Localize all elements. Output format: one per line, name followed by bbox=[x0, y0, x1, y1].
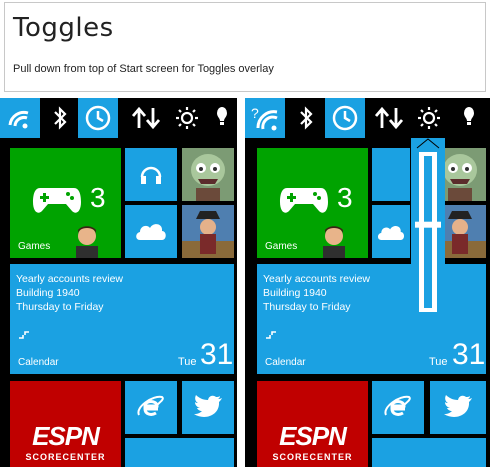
avatar bbox=[76, 226, 98, 258]
games-tile-label: Games bbox=[265, 241, 298, 252]
bluetooth-icon bbox=[300, 106, 313, 130]
bluetooth-toggle[interactable] bbox=[43, 98, 77, 138]
wifi-toggle[interactable] bbox=[0, 98, 40, 138]
brightness-toggle[interactable] bbox=[413, 98, 445, 138]
wifi-toggle[interactable]: ? bbox=[245, 98, 285, 138]
flashlight-icon bbox=[216, 107, 227, 125]
recurring-icon bbox=[266, 331, 276, 339]
instruction-text: Pull down from top of Start screen for T… bbox=[13, 63, 274, 75]
flashlight-toggle[interactable] bbox=[451, 98, 487, 138]
twitter-bird-icon bbox=[194, 395, 222, 417]
avatar bbox=[323, 226, 345, 258]
music-tile[interactable] bbox=[372, 148, 410, 201]
cloud-icon bbox=[377, 225, 405, 240]
headphones-icon bbox=[140, 166, 162, 184]
internet-explorer-icon bbox=[137, 395, 164, 416]
espn-logo: ESPN bbox=[32, 421, 100, 451]
internet-explorer-icon bbox=[384, 395, 411, 416]
calendar-tile-label: Calendar bbox=[265, 357, 306, 368]
game-art-tile[interactable] bbox=[182, 148, 234, 201]
toggles-bar: ? bbox=[245, 98, 490, 138]
rotation-lock-icon bbox=[332, 105, 358, 131]
internet-explorer-tile[interactable] bbox=[125, 381, 177, 434]
espn-tile[interactable]: ESPN SCORECENTER bbox=[257, 381, 368, 467]
games-tile-label: Games bbox=[18, 241, 51, 252]
onedrive-tile[interactable] bbox=[372, 205, 410, 258]
flashlight-toggle[interactable] bbox=[206, 98, 237, 138]
bottom-tile[interactable] bbox=[372, 438, 486, 467]
rotation-lock-toggle[interactable] bbox=[325, 98, 365, 138]
bluetooth-toggle[interactable] bbox=[289, 98, 323, 138]
brightness-slider[interactable] bbox=[411, 138, 445, 318]
brightness-icon bbox=[418, 107, 440, 129]
calendar-date: 31 bbox=[200, 338, 234, 371]
twitter-tile[interactable] bbox=[182, 381, 234, 434]
games-count: 3 bbox=[337, 182, 353, 213]
brightness-toggle[interactable] bbox=[170, 98, 204, 138]
bottom-tile[interactable] bbox=[125, 438, 234, 467]
flashlight-icon bbox=[464, 107, 474, 125]
recurring-icon bbox=[19, 331, 29, 339]
xbox-controller-icon bbox=[280, 188, 328, 213]
calendar-weekday: Tue bbox=[178, 356, 197, 368]
phone-screen-right: ? 3 Games Yearly accounts review Buildin… bbox=[245, 98, 490, 467]
pirate-game-tile[interactable] bbox=[182, 205, 234, 258]
cellular-data-icon bbox=[131, 106, 161, 130]
cellular-data-toggle[interactable] bbox=[124, 98, 168, 138]
calendar-date: 31 bbox=[452, 338, 486, 371]
bluetooth-icon bbox=[54, 106, 67, 130]
calendar-event-location: Building 1940 bbox=[263, 287, 327, 299]
toggles-bar bbox=[0, 98, 237, 138]
page-title: Toggles bbox=[13, 13, 114, 43]
calendar-event: Yearly accounts review Building 1940 Thu… bbox=[263, 272, 370, 314]
internet-explorer-tile[interactable] bbox=[372, 381, 424, 434]
cellular-data-icon bbox=[374, 106, 404, 130]
onedrive-tile[interactable] bbox=[125, 205, 177, 258]
brightness-slider-thumb[interactable] bbox=[415, 221, 441, 228]
calendar-tile[interactable]: Yearly accounts review Building 1940 Thu… bbox=[10, 264, 234, 374]
calendar-event-title: Yearly accounts review bbox=[263, 273, 370, 285]
calendar-event-when: Thursday to Friday bbox=[263, 301, 351, 313]
calendar-tile[interactable]: Yearly accounts review Building 1940 Thu… bbox=[257, 264, 486, 374]
pirate-game-icon bbox=[182, 205, 234, 258]
xbox-controller-icon bbox=[33, 188, 81, 213]
twitter-tile[interactable] bbox=[430, 381, 486, 434]
brightness-slider-panel bbox=[411, 138, 445, 318]
phone-screen-left: 3 Games Yearly accounts review Building … bbox=[0, 98, 237, 467]
rotation-lock-icon bbox=[85, 105, 111, 131]
espn-tile[interactable]: ESPN SCORECENTER bbox=[10, 381, 121, 467]
zombie-game-icon bbox=[182, 148, 234, 201]
brightness-icon bbox=[176, 107, 198, 129]
espn-subtitle: SCORECENTER bbox=[25, 452, 106, 462]
calendar-tile-label: Calendar bbox=[18, 357, 59, 368]
games-tile[interactable]: 3 Games bbox=[257, 148, 368, 258]
wifi-icon bbox=[8, 110, 29, 129]
twitter-bird-icon bbox=[444, 395, 472, 417]
header-panel: Toggles Pull down from top of Start scre… bbox=[4, 2, 486, 92]
calendar-event-location: Building 1940 bbox=[16, 287, 80, 299]
wifi-icon: ? bbox=[251, 105, 278, 131]
calendar-weekday: Tue bbox=[429, 356, 448, 368]
calendar-event-title: Yearly accounts review bbox=[16, 273, 123, 285]
calendar-event-when: Thursday to Friday bbox=[16, 301, 104, 313]
cellular-data-toggle[interactable] bbox=[367, 98, 411, 138]
games-tile[interactable]: 3 Games bbox=[10, 148, 121, 258]
music-tile[interactable] bbox=[125, 148, 177, 201]
espn-logo: ESPN bbox=[279, 421, 347, 451]
svg-text:?: ? bbox=[251, 105, 259, 121]
rotation-lock-toggle[interactable] bbox=[78, 98, 118, 138]
espn-subtitle: SCORECENTER bbox=[272, 452, 353, 462]
cloud-icon bbox=[136, 224, 166, 240]
games-count: 3 bbox=[90, 182, 106, 213]
calendar-event: Yearly accounts review Building 1940 Thu… bbox=[16, 272, 123, 314]
